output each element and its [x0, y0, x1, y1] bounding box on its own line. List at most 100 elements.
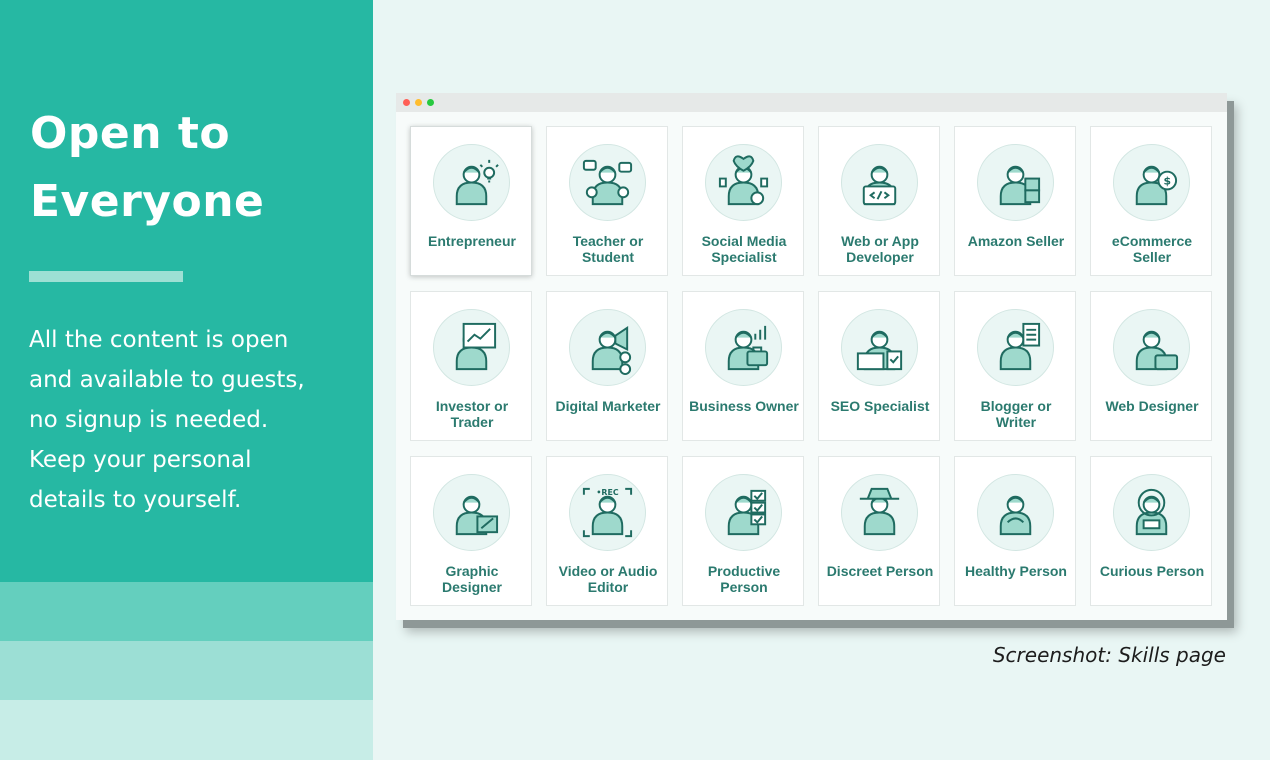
skill-card[interactable]: Web or App Developer	[818, 126, 940, 276]
skill-card[interactable]: •REC Video or Audio Editor	[546, 456, 668, 606]
skill-label: Web or App Developer	[821, 233, 939, 265]
skill-label: Social Media Specialist	[685, 233, 803, 265]
social-likes-icon	[705, 144, 782, 221]
description-line: no signup is needed.	[29, 407, 269, 433]
skill-label: Video or Audio Editor	[549, 563, 667, 595]
skill-card[interactable]: Entrepreneur	[410, 126, 532, 276]
skill-label-line: Amazon Seller	[967, 233, 1065, 249]
skill-card[interactable]: Teacher or Student	[546, 126, 668, 276]
close-dot-icon	[403, 99, 410, 106]
skill-label-line: Developer	[846, 249, 914, 265]
skill-label: Blogger or Writer	[957, 398, 1075, 430]
browser-window: Entrepreneur Teacher or Student Social Medi…	[396, 93, 1227, 620]
description-line: All the content is open	[29, 327, 289, 353]
skill-label: Healthy Person	[957, 563, 1075, 579]
designer-laptop-icon	[1113, 309, 1190, 386]
drawing-board-icon	[433, 474, 510, 551]
skill-card[interactable]: Discreet Person	[818, 456, 940, 606]
rec-frame-icon: •REC	[569, 474, 646, 551]
headline-divider	[29, 271, 183, 282]
minimize-dot-icon	[415, 99, 422, 106]
megaphone-icon	[569, 309, 646, 386]
decor-band	[0, 641, 373, 700]
skill-label-line: Discreet Person	[826, 563, 934, 579]
skill-label: eCommerce Seller	[1093, 233, 1211, 265]
meditation-icon	[977, 474, 1054, 551]
skill-card[interactable]: Investor or Trader	[410, 291, 532, 441]
skill-label: Graphic Designer	[413, 563, 531, 595]
skill-label-line: Student	[581, 249, 635, 265]
skill-label-line: Video or Audio	[558, 563, 658, 579]
skill-label-line: Seller	[1132, 249, 1172, 265]
skill-label-line: Person	[720, 579, 768, 595]
skill-label-line: Specialist	[711, 249, 777, 265]
seller-boxes-icon	[977, 144, 1054, 221]
skill-label: Productive Person	[685, 563, 803, 595]
skill-card[interactable]: SEO Specialist	[818, 291, 940, 441]
skill-card[interactable]: $ eCommerce Seller	[1090, 126, 1212, 276]
maximize-dot-icon	[427, 99, 434, 106]
skill-label-line: Social Media	[701, 233, 787, 249]
skill-label: Amazon Seller	[957, 233, 1075, 249]
detective-hat-icon	[841, 474, 918, 551]
description-text: All the content is open and available to…	[29, 320, 349, 520]
skill-label-line: Graphic	[445, 563, 499, 579]
svg-text:•REC: •REC	[596, 488, 618, 497]
skill-label-line: Productive	[707, 563, 781, 579]
skill-label-line: SEO Specialist	[830, 398, 930, 414]
astronaut-icon	[1113, 474, 1190, 551]
svg-text:$: $	[1163, 174, 1171, 187]
skill-label-line: Business Owner	[689, 398, 799, 414]
skill-label-line: Blogger or	[980, 398, 1052, 414]
skill-label-line: Teacher or	[572, 233, 644, 249]
skill-label-line: Editor	[587, 579, 629, 595]
headline-line-2: Everyone	[30, 176, 265, 227]
skill-label: Teacher or Student	[549, 233, 667, 265]
skill-label: Business Owner	[685, 398, 803, 414]
seo-laptop-icon	[841, 309, 918, 386]
skill-card[interactable]: Web Designer	[1090, 291, 1212, 441]
skill-label-line: Healthy Person	[965, 563, 1067, 579]
skill-label-line: Designer	[442, 579, 502, 595]
skill-label-line: Curious Person	[1099, 563, 1205, 579]
skill-label-line: Digital Marketer	[555, 398, 661, 414]
headline-line-1: Open to	[30, 108, 231, 159]
left-panel: Open to Everyone All the content is open…	[0, 0, 373, 760]
stock-chart-icon	[433, 309, 510, 386]
decor-band	[0, 582, 373, 641]
skill-label-line: Web or App	[841, 233, 919, 249]
decor-band	[0, 700, 373, 760]
skill-label: Web Designer	[1093, 398, 1211, 414]
skill-card[interactable]: Business Owner	[682, 291, 804, 441]
browser-toolbar	[396, 93, 1227, 112]
briefcase-icon	[705, 309, 782, 386]
skill-card[interactable]: Blogger or Writer	[954, 291, 1076, 441]
skill-card[interactable]: Amazon Seller	[954, 126, 1076, 276]
lightbulb-person-icon	[433, 144, 510, 221]
skill-label: Digital Marketer	[549, 398, 667, 414]
skill-card[interactable]: Productive Person	[682, 456, 804, 606]
screenshot-caption: Screenshot: Skills page	[992, 643, 1226, 667]
description-line: Keep your personal	[29, 447, 252, 473]
skill-label: Discreet Person	[821, 563, 939, 579]
skill-label-line: Trader	[450, 414, 494, 430]
skill-label-line: Entrepreneur	[428, 233, 516, 249]
page-headline: Open to Everyone	[30, 100, 360, 236]
skill-card[interactable]: Social Media Specialist	[682, 126, 804, 276]
skill-label-line: Web Designer	[1105, 398, 1199, 414]
skill-card[interactable]: Digital Marketer	[546, 291, 668, 441]
skill-card[interactable]: Graphic Designer	[410, 456, 532, 606]
description-line: details to yourself.	[29, 487, 242, 513]
description-line: and available to guests,	[29, 367, 305, 393]
skill-card[interactable]: Healthy Person	[954, 456, 1076, 606]
skill-label: SEO Specialist	[821, 398, 939, 414]
skill-label-line: Writer	[995, 414, 1037, 430]
skill-label: Curious Person	[1093, 563, 1211, 579]
skill-card[interactable]: Curious Person	[1090, 456, 1212, 606]
skill-label: Investor or Trader	[413, 398, 531, 430]
document-icon	[977, 309, 1054, 386]
dollar-coin-icon: $	[1113, 144, 1190, 221]
classroom-icon	[569, 144, 646, 221]
skill-label: Entrepreneur	[413, 233, 531, 249]
skill-label-line: Investor or	[435, 398, 509, 414]
